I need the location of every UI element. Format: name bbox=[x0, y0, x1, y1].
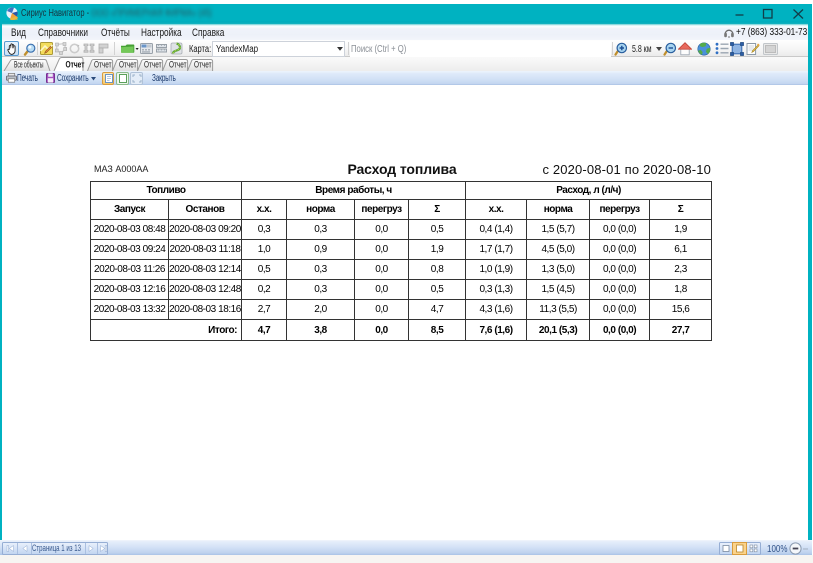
svg-text:Отчет: Отчет bbox=[66, 60, 85, 71]
svg-text:Отчет: Отчет bbox=[169, 60, 187, 71]
svg-text:Все объекты: Все объекты bbox=[14, 60, 44, 71]
svg-text:Отчет: Отчет bbox=[194, 60, 212, 71]
svg-text:Отчет: Отчет bbox=[144, 60, 162, 71]
svg-text:Отчет: Отчет bbox=[119, 60, 137, 71]
svg-text:Отчет: Отчет bbox=[94, 60, 112, 71]
